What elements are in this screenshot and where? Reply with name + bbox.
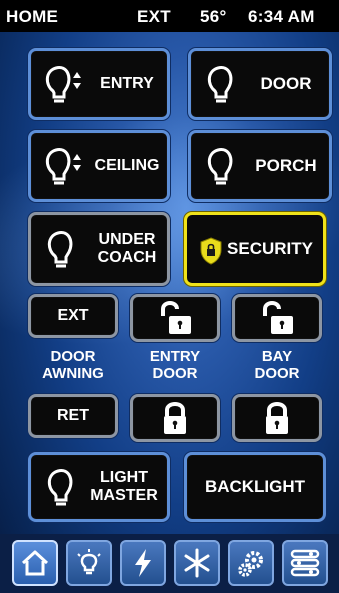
home-label: HOME (6, 7, 59, 26)
bay-door-unlock-button[interactable] (232, 294, 322, 342)
door-light-button[interactable]: DOOR (188, 48, 332, 120)
bulb-icon (47, 469, 73, 506)
home-icon (21, 550, 49, 576)
security-light-button[interactable]: SECURITY (184, 212, 326, 286)
entry-door-unlock-button[interactable] (130, 294, 220, 342)
nav-lights-button[interactable] (66, 540, 112, 586)
light-master-label: LIGHT MASTER (90, 469, 158, 504)
door-awning-label: DOOR AWNING (42, 348, 104, 382)
unlocked-padlock-icon (161, 301, 191, 334)
dimmable-bulb-icon (45, 66, 81, 103)
nav-home-button[interactable] (12, 540, 58, 586)
porch-light-button[interactable]: PORCH (188, 130, 332, 202)
lightbulb-icon (77, 549, 101, 575)
awning-extend-label: EXT (57, 307, 89, 324)
awning-extend-button[interactable]: EXT (28, 294, 118, 338)
power-icon (135, 549, 151, 577)
settings-sliders-icon (290, 549, 320, 577)
backlight-button[interactable]: BACKLIGHT (184, 452, 326, 522)
nav-power-button[interactable] (120, 540, 166, 586)
dimmable-bulb-icon (45, 148, 81, 185)
locked-padlock-icon (266, 402, 288, 434)
status-bar: HOME EXT 56° 6:34 AM (0, 0, 339, 32)
nav-climate-button[interactable] (174, 540, 220, 586)
temperature: 56° (200, 7, 227, 26)
bulb-icon (207, 66, 233, 103)
nav-systems-button[interactable] (228, 540, 274, 586)
awning-retract-button[interactable]: RET (28, 394, 118, 438)
entry-light-button[interactable]: ENTRY (28, 48, 170, 120)
backlight-label: BACKLIGHT (204, 477, 306, 496)
light-master-button[interactable]: LIGHT MASTER (28, 452, 170, 522)
entry-door-lock-button[interactable] (130, 394, 220, 442)
gears-icon (238, 551, 263, 577)
under-coach-light-button[interactable]: UNDER COACH (28, 212, 170, 286)
awning-retract-label: RET (57, 407, 89, 424)
bay-door-label: BAY DOOR (254, 348, 300, 382)
porch-label: PORCH (255, 156, 317, 175)
ceiling-light-button[interactable]: CEILING (28, 130, 170, 202)
unlocked-padlock-icon (263, 301, 293, 334)
bay-door-lock-button[interactable] (232, 394, 322, 442)
entry-label: ENTRY (100, 75, 154, 92)
clock: 6:34 AM (248, 7, 315, 26)
bulb-icon (47, 231, 73, 268)
ext-label: EXT (137, 7, 171, 26)
bulb-icon (207, 148, 233, 185)
shield-lock-icon (200, 237, 222, 265)
security-label: SECURITY (227, 239, 313, 258)
entry-door-label: ENTRY DOOR (149, 348, 201, 382)
snowflake-icon (184, 548, 210, 578)
locked-padlock-icon (164, 402, 186, 434)
under-coach-label: UNDER COACH (97, 231, 157, 266)
nav-settings-button[interactable] (282, 540, 328, 586)
ceiling-label: CEILING (94, 157, 160, 174)
door-label: DOOR (260, 74, 312, 93)
